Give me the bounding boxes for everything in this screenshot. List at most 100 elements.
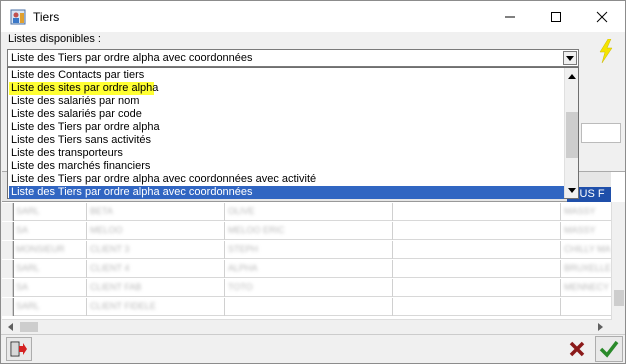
column-divider	[560, 279, 561, 297]
dropdown-item[interactable]: Liste des Tiers par ordre alpha avec coo…	[9, 173, 564, 186]
table-cell	[396, 244, 556, 256]
table-cell: MELOO	[90, 225, 123, 235]
table-row[interactable]: SA MELOO MELOO ERIC MASSY	[2, 222, 611, 240]
dropdown-item[interactable]: Liste des Contacts par tiers	[9, 69, 564, 82]
scroll-down-arrow-icon[interactable]	[565, 183, 579, 197]
column-divider	[224, 203, 225, 221]
table-cell	[564, 301, 611, 313]
column-divider	[392, 203, 393, 221]
grid-scroll-thumb[interactable]	[614, 290, 624, 306]
column-divider	[224, 298, 225, 316]
tiers-window: Tiers Listes disponibles : Liste des Tie…	[0, 0, 626, 364]
dropdown-item[interactable]: Liste des Tiers sans activités	[9, 134, 564, 147]
column-divider	[392, 222, 393, 240]
table-cell: SARL	[16, 263, 40, 273]
dropdown-item[interactable]: Liste des sites par ordre alpha	[9, 82, 158, 95]
table-cell	[228, 301, 388, 313]
dropdown-item[interactable]: Liste des salariés par nom	[9, 95, 564, 108]
table-cell: SA	[16, 282, 29, 292]
dropdown-scroll-thumb[interactable]	[566, 112, 578, 158]
column-divider	[224, 279, 225, 297]
table-cell	[396, 206, 556, 218]
tiers-app-icon	[10, 9, 26, 25]
grid-horizontal-scrollbar[interactable]	[2, 319, 611, 333]
column-divider	[86, 241, 87, 259]
table-row[interactable]: SA CLIENT FAB TOTO MENNECY	[2, 279, 611, 297]
exit-button[interactable]	[6, 337, 32, 361]
horizontal-scroll-thumb[interactable]	[20, 322, 38, 332]
column-divider	[12, 222, 13, 240]
table-cell	[396, 263, 556, 275]
column-divider	[86, 260, 87, 278]
column-divider	[86, 203, 87, 221]
column-divider	[560, 203, 561, 221]
dropdown-scrollbar[interactable]	[564, 68, 578, 198]
side-input-field[interactable]	[581, 123, 621, 143]
table-row[interactable]: SARL CLIENT 4 ALPHA BRUXELLES	[2, 260, 611, 278]
dropdown-item[interactable]: Liste des Tiers par ordre alpha	[9, 121, 564, 134]
maximize-button[interactable]	[533, 1, 579, 32]
grid-vertical-scrollbar[interactable]	[611, 202, 625, 320]
listes-combo[interactable]: Liste des Tiers par ordre alpha avec coo…	[7, 49, 579, 67]
table-cell: CLIENT FIDELE	[90, 301, 156, 311]
table-row[interactable]: SARL BETA OLIVE MASSY	[2, 203, 611, 221]
table-cell: CLIENT 4	[90, 263, 130, 273]
table-cell: MASSY	[564, 206, 596, 216]
cancel-x-icon	[569, 341, 584, 357]
ok-button[interactable]	[595, 336, 623, 362]
cancel-button[interactable]	[564, 337, 589, 361]
dropdown-item[interactable]: Liste des salariés par code	[9, 108, 564, 121]
table-cell: CLIENT FAB	[90, 282, 142, 292]
scroll-left-arrow-icon[interactable]	[3, 320, 17, 334]
table-cell: CHILLY MAZ	[564, 244, 611, 254]
close-button[interactable]	[579, 1, 625, 32]
column-divider	[12, 298, 13, 316]
column-divider	[224, 241, 225, 259]
column-divider	[392, 260, 393, 278]
table-cell: BRUXELLES	[564, 263, 611, 273]
table-cell: TOTO	[228, 282, 253, 292]
table-cell: MASSY	[564, 225, 596, 235]
combo-dropdown-button[interactable]	[563, 51, 577, 65]
dropdown-item[interactable]: Liste des marchés financiers	[9, 160, 564, 173]
listes-disponibles-label: Listes disponibles :	[8, 33, 101, 45]
footer-toolbar	[1, 334, 625, 363]
lightning-icon[interactable]	[598, 38, 614, 64]
dropdown-item[interactable]: Liste des Tiers par ordre alpha avec coo…	[9, 186, 564, 199]
scroll-right-arrow-icon[interactable]	[593, 320, 607, 334]
table-cell: SA	[16, 225, 29, 235]
table-cell: OLIVE	[228, 206, 255, 216]
minimize-button[interactable]	[487, 1, 533, 32]
title-bar: Tiers	[1, 1, 625, 32]
column-divider	[392, 241, 393, 259]
table-cell	[396, 225, 556, 237]
column-divider	[86, 279, 87, 297]
table-cell	[396, 301, 556, 313]
column-divider	[12, 241, 13, 259]
table-cell: STEPH	[228, 244, 259, 254]
ok-check-icon	[599, 340, 619, 358]
table-row[interactable]: SARL CLIENT FIDELE	[2, 298, 611, 316]
column-divider	[224, 222, 225, 240]
column-divider	[12, 203, 13, 221]
scroll-up-arrow-icon[interactable]	[565, 69, 579, 83]
window-title: Tiers	[33, 10, 60, 24]
table-cell: CLIENT 3	[90, 244, 130, 254]
table-row[interactable]: MONSIEUR CLIENT 3 STEPH CHILLY MAZ	[2, 241, 611, 259]
combo-value: Liste des Tiers par ordre alpha avec coo…	[11, 52, 253, 64]
table-cell: SARL	[16, 206, 40, 216]
column-divider	[560, 241, 561, 259]
table-cell: ALPHA	[228, 263, 258, 273]
column-divider	[560, 260, 561, 278]
column-divider	[392, 279, 393, 297]
table-cell	[396, 282, 556, 294]
column-divider	[560, 222, 561, 240]
table-cell: BETA	[90, 206, 113, 216]
column-divider	[392, 298, 393, 316]
column-divider	[12, 279, 13, 297]
column-divider	[86, 298, 87, 316]
dropdown-item[interactable]: Liste des transporteurs	[9, 147, 564, 160]
table-cell: MONSIEUR	[16, 244, 65, 254]
column-divider	[86, 222, 87, 240]
table-cell: MELOO ERIC	[228, 225, 285, 235]
